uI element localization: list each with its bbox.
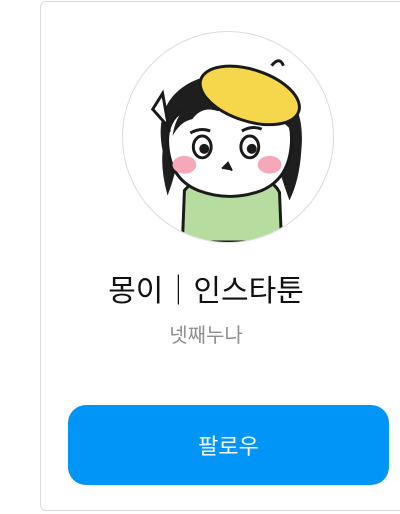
avatar-illustration-icon: [150, 59, 302, 242]
profile-subtitle: 넷째누나: [169, 323, 243, 347]
profile-avatar[interactable]: [122, 31, 334, 243]
follow-button[interactable]: 팔로우: [68, 405, 389, 485]
profile-card: 몽이｜인스타툰 넷째누나 팔로우: [40, 1, 400, 511]
profile-name: 몽이｜인스타툰: [108, 274, 304, 309]
